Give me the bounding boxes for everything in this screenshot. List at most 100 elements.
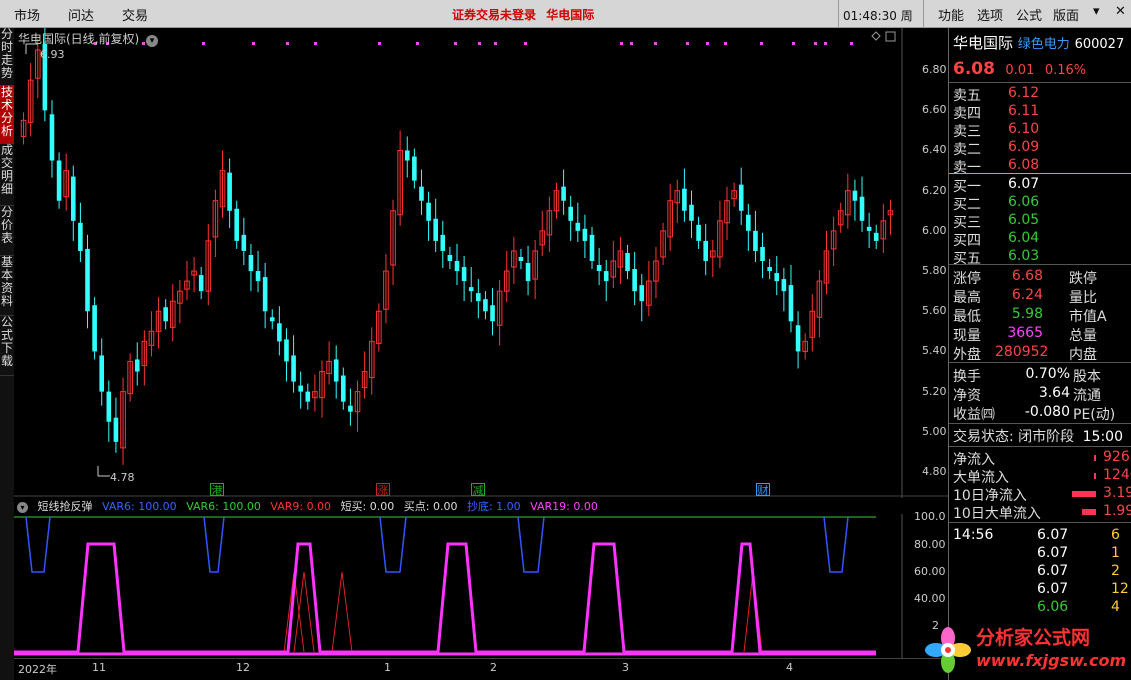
signal-dot <box>478 42 481 45</box>
ask-label: 卖五 <box>953 88 981 104</box>
stat-value: 5.98 <box>1011 306 1043 322</box>
price-tick-label: 6.20 <box>922 183 947 197</box>
menu-trade[interactable]: 交易 <box>122 5 148 24</box>
menu-function[interactable]: 功能 <box>938 5 964 24</box>
signal-dot <box>760 42 763 45</box>
flow-value: 1240 <box>1103 467 1131 483</box>
candle-body <box>277 323 282 342</box>
candle-body <box>454 261 460 272</box>
price-change-pct: 0.16% <box>1044 63 1087 78</box>
candle-body <box>255 271 261 282</box>
stat-value: 6.24 <box>1011 287 1043 303</box>
tab-price-table[interactable]: 分价表 <box>0 206 14 256</box>
indicator-field: VAR19: 0.00 <box>530 500 598 513</box>
candle-body <box>56 160 62 201</box>
tab-basic-info[interactable]: 基本资料 <box>0 256 14 316</box>
flow-bar <box>1094 473 1096 479</box>
quote-row: 外盘 280952 内盘 <box>953 344 1131 363</box>
stat-label: 换手 <box>953 369 981 385</box>
stat-value: 280952 <box>995 344 1049 360</box>
signal-dot <box>416 42 419 45</box>
candle-body <box>106 391 112 422</box>
stat-label: 净资 <box>953 388 981 404</box>
signal-dot <box>620 42 623 45</box>
candle-body <box>248 254 254 272</box>
site-logo: 分析家公式网 www.fxjgsw.com <box>925 626 1125 673</box>
menu-wenda[interactable]: 问达 <box>68 5 94 24</box>
event-tag-reduce[interactable]: 减 <box>471 483 485 497</box>
flow-value: 3.19 <box>1103 485 1131 501</box>
candle-body <box>49 114 55 161</box>
date-axis: 2022年 11 12 1 2 3 4 <box>14 658 948 680</box>
event-tag-limit-up[interactable]: 涨 <box>376 483 390 497</box>
bid-label: 买四 <box>953 233 981 249</box>
chevron-down-icon[interactable]: ▾ <box>146 35 159 47</box>
candle-body <box>291 355 296 382</box>
price-tick-label: 4.80 <box>922 464 947 478</box>
price-tick-label: 5.20 <box>922 384 947 398</box>
logo-text-url: www.fxjgsw.com <box>976 651 1125 670</box>
tab-technical[interactable]: 技术分析 <box>0 86 14 144</box>
indicator-field: VAR9: 0.00 <box>270 500 332 513</box>
event-tag-finance[interactable]: 财 <box>756 483 770 497</box>
tick-price: 6.07 <box>1037 581 1069 597</box>
stat-value: 0.70% <box>1025 366 1070 382</box>
tick-time: 14:56 <box>953 527 994 543</box>
tab-intraday[interactable]: 分时走势 <box>0 28 14 86</box>
settings-icon[interactable]: ▾ <box>17 502 28 513</box>
candle-body <box>163 307 168 322</box>
candle-body <box>518 256 524 262</box>
candle-body <box>426 202 431 221</box>
candle-body <box>198 275 204 292</box>
chart-area[interactable]: 华电国际(日线,前复权) ▾ 6.93 4.78 6.80 6.60 6.40 6.2… <box>14 28 948 680</box>
signal-dot <box>654 42 657 45</box>
indicator-chart[interactable] <box>14 514 948 658</box>
candle-body <box>753 230 758 251</box>
bid-label: 买二 <box>953 197 981 213</box>
candle-body <box>703 240 709 262</box>
flow-bar <box>1082 509 1096 515</box>
tick-volume: 4 <box>1111 599 1120 615</box>
signal-dot <box>524 42 527 45</box>
stat-value: 3.64 <box>1038 385 1070 401</box>
close-icon[interactable]: ✕ <box>1115 4 1126 19</box>
candle-body <box>461 267 467 282</box>
candle-body <box>632 269 637 292</box>
quote-row: 最高 6.24 量比 <box>953 287 1131 306</box>
quote-row: 卖二 6.09 <box>953 139 1131 158</box>
quote-row: 6.07 2 <box>953 563 1131 581</box>
low-price-label: 4.78 <box>110 471 135 484</box>
price-tick-label: 6.80 <box>922 63 947 77</box>
event-tag-hk[interactable]: 港 <box>210 483 224 497</box>
signal-dot <box>724 42 727 45</box>
dropdown-icon[interactable]: ▾ <box>1093 4 1100 19</box>
indicator-name[interactable]: 短线抢反弹 <box>38 500 93 513</box>
signal-dot <box>494 42 497 45</box>
tick-volume: 2 <box>1111 563 1120 579</box>
menu-options[interactable]: 选项 <box>977 5 1003 24</box>
candle-body <box>85 248 90 312</box>
candle-body <box>419 186 424 201</box>
tab-formula-download[interactable]: 公式下载 <box>0 316 14 376</box>
stock-concept-tag[interactable]: 绿色电力 <box>1018 37 1070 52</box>
candle-body <box>525 263 531 282</box>
signal-dot <box>814 42 817 45</box>
candle-body <box>227 172 232 211</box>
menu-formula[interactable]: 公式 <box>1016 5 1042 24</box>
menu-layout[interactable]: 版面 <box>1053 5 1079 24</box>
quote-row: 10日大单流入 1.99 <box>953 503 1131 522</box>
ask-label: 卖二 <box>953 142 981 158</box>
candle-body <box>788 285 794 322</box>
candle-body <box>873 232 879 241</box>
stat-value: -0.080 <box>1024 404 1070 420</box>
quote-row: 涨停 6.68 跌停 <box>953 268 1131 287</box>
kline-chart[interactable] <box>14 28 948 498</box>
flow-value: 1.99 <box>1103 503 1131 519</box>
menu-market[interactable]: 市场 <box>14 5 40 24</box>
tab-trade-detail[interactable]: 成交明细 <box>0 144 14 206</box>
stat-label: 跌停 <box>1069 271 1097 287</box>
bid-price: 6.04 <box>1008 230 1040 246</box>
kline-title[interactable]: 华电国际(日线,前复权) ▾ <box>18 30 159 47</box>
candle-body <box>78 222 83 251</box>
tick-price: 6.07 <box>1037 545 1069 561</box>
